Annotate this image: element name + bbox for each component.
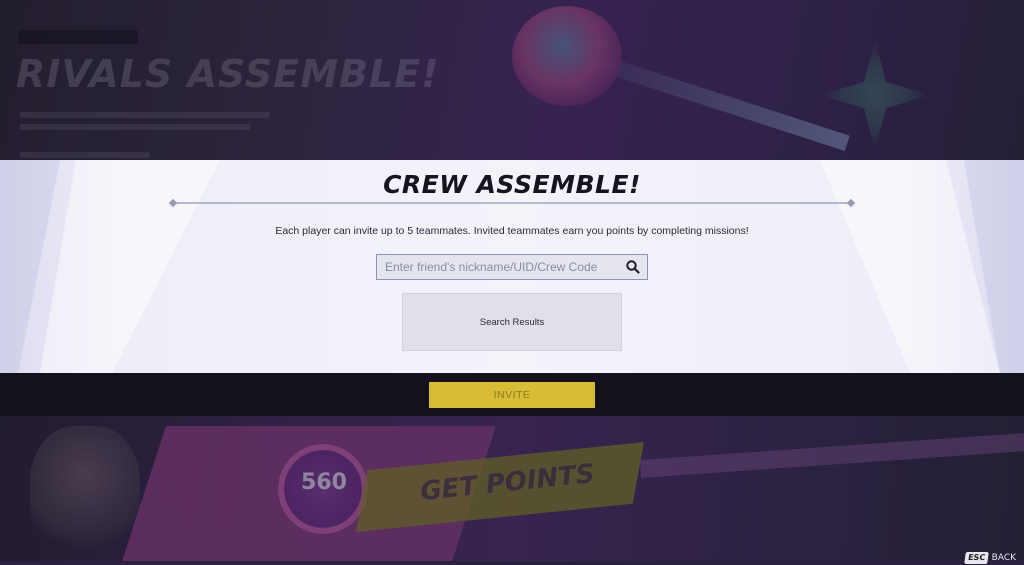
friend-search-input[interactable] xyxy=(377,255,617,279)
search-results-area: Search Results xyxy=(402,293,622,351)
invite-bar: INVITE xyxy=(0,373,1024,416)
back-button[interactable]: ESC BACK xyxy=(963,551,1016,565)
modal-title: CREW ASSEMBLE! xyxy=(383,170,641,199)
title-divider xyxy=(172,202,852,204)
search-icon[interactable] xyxy=(625,259,641,275)
modal-description: Each player can invite up to 5 teammates… xyxy=(275,225,749,237)
crew-assemble-modal: CREW ASSEMBLE! Each player can invite up… xyxy=(0,160,1024,373)
esc-key-icon: ESC xyxy=(963,552,989,564)
invite-button[interactable]: INVITE xyxy=(429,382,595,408)
background-scene-bottom: 560 GET POINTS xyxy=(0,416,1024,561)
search-results-label: Search Results xyxy=(479,316,545,328)
back-label: BACK xyxy=(991,553,1016,563)
search-field xyxy=(376,254,648,280)
background-scene-top: RIVALS ASSEMBLE! xyxy=(0,0,1024,160)
